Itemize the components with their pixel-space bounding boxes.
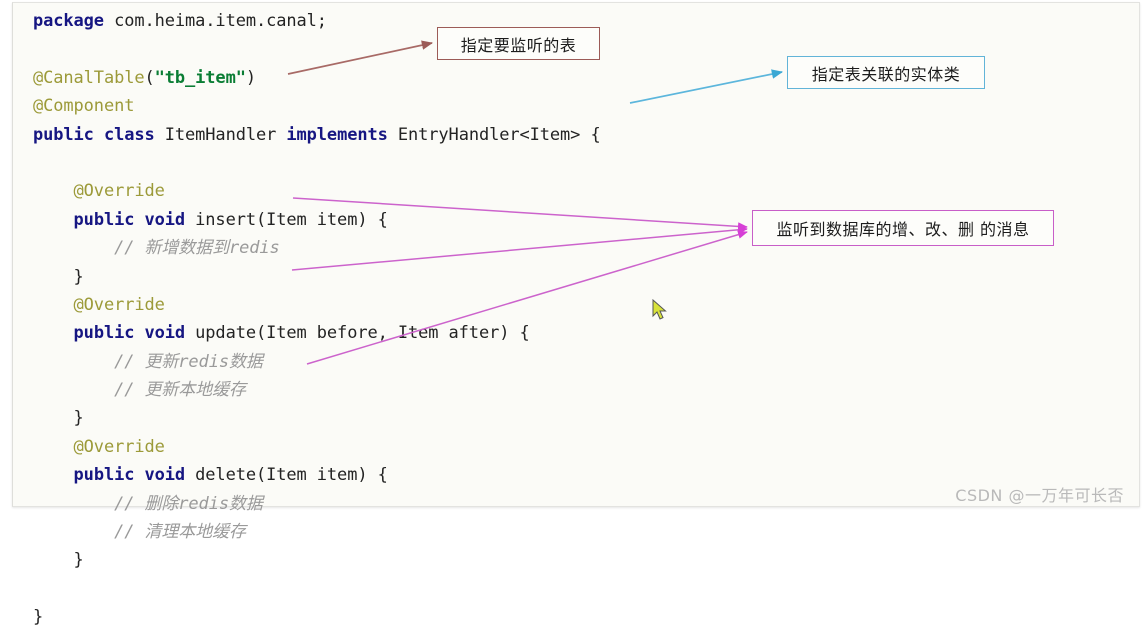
code-token: public void (73, 209, 186, 230)
code-token: } (33, 607, 44, 628)
code-token: } (33, 266, 84, 287)
code-line: @Override (33, 433, 601, 461)
code-line: @Component (33, 92, 601, 120)
screenshot-stage: package com.heima.item.canal; @CanalTabl… (0, 0, 1146, 627)
code-line: public void delete(Item item) { (33, 461, 601, 489)
code-line: @CanalTable("tb_item") (33, 64, 601, 92)
code-token: public void (73, 323, 186, 344)
code-token: delete(Item item) { (185, 465, 388, 486)
code-token: ( (144, 67, 155, 88)
code-line: // 更新本地缓存 (33, 376, 601, 404)
code-token: // 清理本地缓存 (33, 522, 246, 543)
code-token: } (33, 408, 84, 429)
code-line: } (33, 404, 601, 432)
code-token: } (33, 550, 84, 571)
code-token: implements (286, 124, 388, 145)
code-line: } (33, 546, 601, 574)
code-token: public class (33, 124, 155, 145)
csdn-watermark: CSDN @一万年可长否 (955, 486, 1124, 505)
callout-specify-entity-class: 指定表关联的实体类 (787, 56, 985, 89)
code-line: // 更新redis数据 (33, 348, 601, 376)
code-line: } (33, 603, 601, 631)
code-token: @Override (33, 181, 165, 202)
code-token: com.heima.item.canal; (103, 11, 327, 31)
code-line: public void update(Item before, Item aft… (33, 319, 601, 347)
code-token: // 新增数据到redis (33, 238, 280, 259)
code-line: // 清理本地缓存 (33, 518, 601, 546)
code-token: @Override (33, 436, 165, 457)
code-token: // 更新本地缓存 (33, 380, 246, 401)
code-line: // 新增数据到redis (33, 234, 601, 262)
code-token: // 更新redis数据 (33, 351, 263, 372)
code-token: @Override (33, 294, 165, 315)
code-token: "tb_item" (154, 67, 246, 88)
code-line: @Override (33, 177, 601, 205)
code-token: public void (73, 465, 186, 486)
code-token: ) (245, 67, 256, 88)
code-token: EntryHandler<Item> { (387, 124, 601, 145)
mouse-cursor-icon (652, 299, 667, 320)
callout-database-change-messages: 监听到数据库的增、改、删 的消息 (752, 210, 1054, 246)
code-line: public class ItemHandler implements Entr… (33, 121, 601, 149)
callout-specify-monitored-table: 指定要监听的表 (437, 27, 600, 60)
code-token: @Component (33, 96, 135, 117)
code-line: public void insert(Item item) { (33, 206, 601, 234)
code-token: insert(Item item) { (185, 209, 388, 230)
code-token: @CanalTable (33, 67, 145, 88)
code-token: update(Item before, Item after) { (185, 323, 530, 344)
callout-entity-label: 指定表关联的实体类 (811, 64, 961, 84)
code-token: // 删除redis数据 (33, 493, 263, 514)
callout-table-label: 指定要监听的表 (460, 35, 577, 55)
callout-message-label: 监听到数据库的增、改、删 的消息 (776, 220, 1030, 239)
code-token: ItemHandler (154, 124, 287, 145)
code-token: package (33, 11, 104, 31)
code-line: } (33, 263, 601, 291)
code-line: @Override (33, 291, 601, 319)
source-code-block[interactable]: package com.heima.item.canal; @CanalTabl… (33, 7, 601, 632)
